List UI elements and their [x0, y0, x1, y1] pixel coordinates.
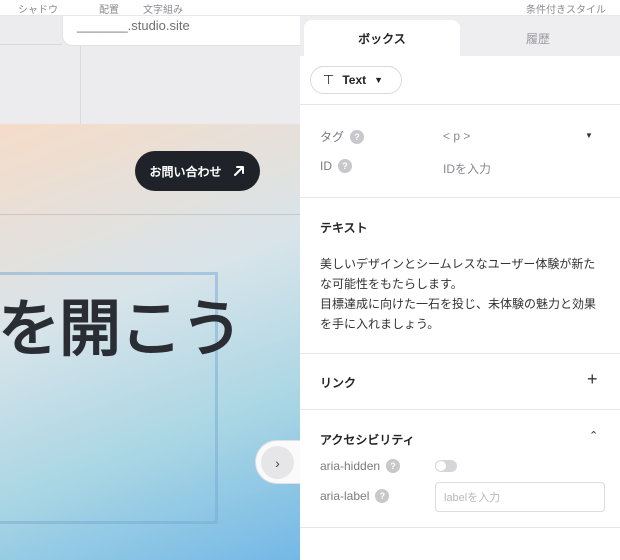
tag-label-text: タグ	[320, 130, 345, 144]
aria-hidden-label: aria-hidden ?	[320, 459, 401, 473]
toolbar-item-typography[interactable]: 文字組み	[143, 1, 183, 16]
panel-toggle-button[interactable]: ›	[255, 440, 300, 484]
caret-down-icon[interactable]: ▼	[585, 131, 593, 140]
help-icon[interactable]: ?	[375, 489, 390, 503]
element-type-dropdown[interactable]: ⊤ Text ▼	[310, 66, 402, 94]
tab-history[interactable]: 履歴	[460, 20, 616, 56]
hero-headline[interactable]: を開こう	[0, 278, 243, 368]
plus-icon[interactable]: +	[587, 369, 598, 390]
aria-hidden-toggle[interactable]	[435, 460, 457, 472]
site-url: _______.studio.site	[77, 18, 190, 33]
text-content-field[interactable]: 美しいデザインとシームレスなユーザー体験が新たな可能性をもたらします。 目標達成…	[320, 254, 605, 334]
chevron-up-icon[interactable]: ⌃	[589, 429, 598, 442]
toolbar-item-layout[interactable]: 配置	[99, 1, 119, 16]
text-section-title: テキスト	[320, 221, 368, 235]
divider	[300, 104, 620, 105]
section-divider	[0, 214, 300, 215]
accessibility-section-title[interactable]: アクセシビリティ	[320, 431, 415, 448]
top-toolbar: シャドウ 配置 文字組み 条件付きスタイル	[0, 0, 620, 16]
panel-tabs: ボックス 履歴	[300, 16, 620, 56]
site-url-bar[interactable]: _______.studio.site	[62, 16, 300, 46]
toolbar-item-shadow[interactable]: シャドウ	[18, 1, 58, 16]
properties-panel: ボックス 履歴 ⊤ Text ▼ タグ ? < p > ▼ ID ? IDを入力…	[300, 16, 620, 560]
toolbar-item-conditional-style[interactable]: 条件付きスタイル	[526, 1, 606, 16]
contact-button[interactable]: お問い合わせ	[135, 151, 260, 191]
arrow-up-right-icon	[233, 166, 244, 176]
page-preview[interactable]: お問い合わせ を開こう	[0, 124, 300, 560]
contact-button-label: お問い合わせ	[149, 164, 222, 179]
divider	[300, 527, 620, 528]
divider	[300, 197, 620, 198]
id-label-text: ID	[320, 159, 332, 173]
guide-line	[0, 44, 62, 45]
aria-label-input[interactable]: labelを入力	[435, 482, 605, 512]
aria-hidden-label-text: aria-hidden	[320, 459, 381, 473]
divider	[300, 353, 620, 354]
chevron-down-icon: ▼	[374, 75, 384, 85]
id-input[interactable]: IDを入力	[443, 160, 491, 177]
tab-box[interactable]: ボックス	[304, 20, 460, 56]
tag-select[interactable]: < p >	[443, 129, 470, 143]
text-content: 美しいデザインとシームレスなユーザー体験が新たな可能性をもたらします。 目標達成…	[320, 257, 597, 331]
link-section-title[interactable]: リンク	[320, 374, 356, 391]
text-type-icon: ⊤	[323, 72, 335, 87]
tag-label: タグ ?	[320, 128, 365, 145]
aria-label-label-text: aria-label	[320, 489, 370, 503]
help-icon[interactable]: ?	[350, 129, 365, 144]
design-canvas[interactable]: _______.studio.site お問い合わせ を開こう ›	[0, 16, 300, 560]
element-type-label: Text	[342, 73, 367, 87]
help-icon[interactable]: ?	[386, 459, 401, 473]
chevron-right-icon: ›	[275, 454, 280, 471]
id-label: ID ?	[320, 159, 352, 173]
guide-line	[80, 46, 81, 124]
aria-label-label: aria-label ?	[320, 489, 390, 503]
divider	[300, 409, 620, 410]
help-icon[interactable]: ?	[338, 159, 352, 173]
